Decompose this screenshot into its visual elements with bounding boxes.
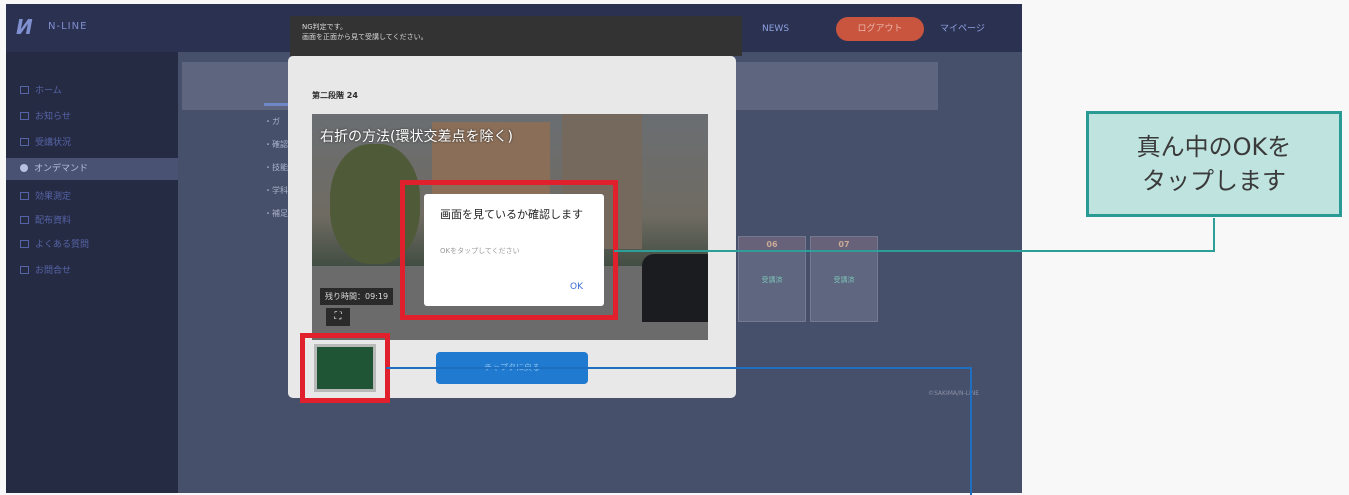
callout-line: 真ん中のOKを [1136,133,1292,161]
logout-button[interactable]: ログアウト [836,17,924,41]
list-item: ・確認 [264,140,288,149]
mail-icon [20,266,29,274]
connector-line [386,367,972,369]
sidebar: ホーム お知らせ 受講状況 オンデマンド 効果測定 配布資料 よくある質問 お問… [6,52,178,493]
sidebar-item-label: お問合せ [35,266,72,276]
sidebar-item-label: ホーム [35,86,62,96]
highlight-box-dialog [400,180,618,320]
chapter-status: 受講済 [761,276,783,284]
status-icon [20,138,29,146]
sidebar-item-label: 受講状況 [35,138,72,148]
remaining-time: 残り時間：09:19 [320,288,394,305]
highlight-box-thumbnail [300,333,390,403]
logo-icon: И [16,15,33,39]
document-icon [20,216,29,224]
toast-line: NG判定です。 [302,23,347,31]
callout-line: タップします [1142,167,1286,195]
toast-line: 画面を正面から見て受講してください。 [302,33,428,41]
video-car [642,254,708,322]
question-icon [20,240,29,248]
ng-toast: NG判定です。 画面を正面から見て受講してください。 [290,16,742,56]
list-item: ・補足 [264,209,288,218]
sidebar-item-news[interactable]: お知らせ [14,108,174,126]
sidebar-item-materials[interactable]: 配布資料 [14,212,174,230]
sidebar-item-contact[interactable]: お問合せ [14,262,174,280]
list-item: ・学科 [264,186,288,195]
fullscreen-icon[interactable]: ⛶ [326,308,350,326]
sidebar-item-status[interactable]: 受講状況 [14,134,174,152]
sidebar-item-label: お知らせ [35,112,71,122]
news-icon [20,112,29,120]
app-logo-text: N-LINE [48,21,88,32]
sidebar-item-ondemand[interactable]: オンデマンド [6,158,178,180]
sidebar-item-home[interactable]: ホーム [14,82,174,100]
connector-line [970,367,972,495]
chapter-status: 受講済 [833,276,855,284]
sidebar-item-label: よくある質問 [35,240,90,250]
sidebar-item-label: オンデマンド [34,164,89,174]
chapter-card[interactable]: 06 受講済 [738,236,806,322]
test-icon [20,192,29,200]
connector-line [614,250,1214,252]
mypage-button[interactable]: マイページ [940,18,1010,40]
modal-title: 第二段階 24 [312,91,358,100]
instruction-callout: 真ん中のOKを タップします [1086,111,1342,217]
connector-line [1213,218,1215,252]
sidebar-item-faq[interactable]: よくある質問 [14,236,174,254]
video-caption: 右折の方法(環状交差点を除く) [320,129,513,145]
home-icon [20,86,29,94]
background-list: ・ガ ・確認 ・技能 ・学科 ・補足 [264,116,288,231]
play-icon [20,164,28,172]
sidebar-item-test[interactable]: 効果測定 [14,188,174,206]
chapter-card[interactable]: 07 受講済 [810,236,878,322]
list-item: ・ガ [264,117,280,126]
list-item: ・技能 [264,163,288,172]
sidebar-item-label: 効果測定 [35,192,72,202]
sidebar-item-label: 配布資料 [35,216,72,226]
news-button[interactable]: NEWS [762,18,822,40]
